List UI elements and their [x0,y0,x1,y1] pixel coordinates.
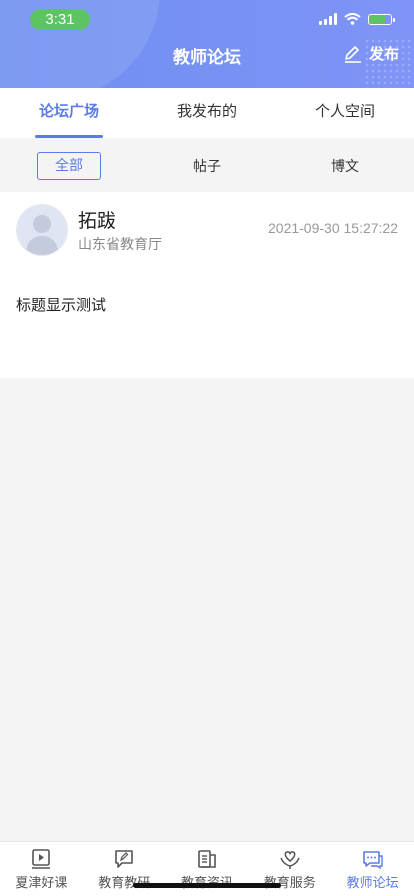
user-placeholder-icon [25,215,59,255]
nav-label: 教师论坛 [346,876,399,891]
post-author: 拓跋 [78,210,117,232]
main-tabs: 论坛广场 我发布的 个人空间 [0,88,414,138]
filter-all-label: 全部 [37,152,101,180]
edit-chat-icon [115,850,133,868]
header-bar: 3:31 教师论坛 发布 [0,0,414,88]
filter-posts[interactable]: 帖子 [138,156,276,176]
filter-bar: 全部 帖子 博文 [0,140,414,192]
wifi-icon [344,13,361,25]
play-video-icon [32,849,51,869]
status-time: 3:31 [30,9,90,30]
news-icon [198,850,216,868]
battery-icon [368,13,395,25]
edit-icon [344,45,361,63]
signal-icon [319,13,337,25]
filter-blogs-label: 博文 [331,159,359,175]
filter-posts-label: 帖子 [193,159,221,175]
tab-forum-square[interactable]: 论坛广场 [0,88,138,138]
post-card[interactable]: 拓跋 山东省教育厅 2021-09-30 15:27:22 标题显示测试 [0,192,414,378]
nav-label: 教育资讯 [181,872,233,891]
nav-label: 夏津好课 [15,876,68,891]
status-icons [319,13,395,25]
heart-hands-icon [280,851,300,869]
publish-label: 发布 [368,45,399,63]
nav-teacher-forum[interactable]: 教师论坛 [331,842,414,896]
nav-label: 教育服务 [263,876,316,891]
nav-label: 教育教研 [98,876,151,891]
forum-chat-icon [362,851,383,870]
post-organization: 山东省教育厅 [78,237,162,253]
tab-my-posts[interactable]: 我发布的 [138,88,276,138]
post-title[interactable]: 标题显示测试 [16,294,106,315]
avatar[interactable] [16,204,68,256]
tab-personal-space[interactable]: 个人空间 [276,88,414,138]
filter-all[interactable]: 全部 [0,152,138,180]
filter-blogs[interactable]: 博文 [276,156,414,176]
home-indicator[interactable] [133,883,281,888]
publish-button[interactable]: 发布 [343,43,399,64]
post-timestamp: 2021-09-30 15:27:22 [268,220,398,236]
nav-xiajin-courses[interactable]: 夏津好课 [0,842,83,896]
